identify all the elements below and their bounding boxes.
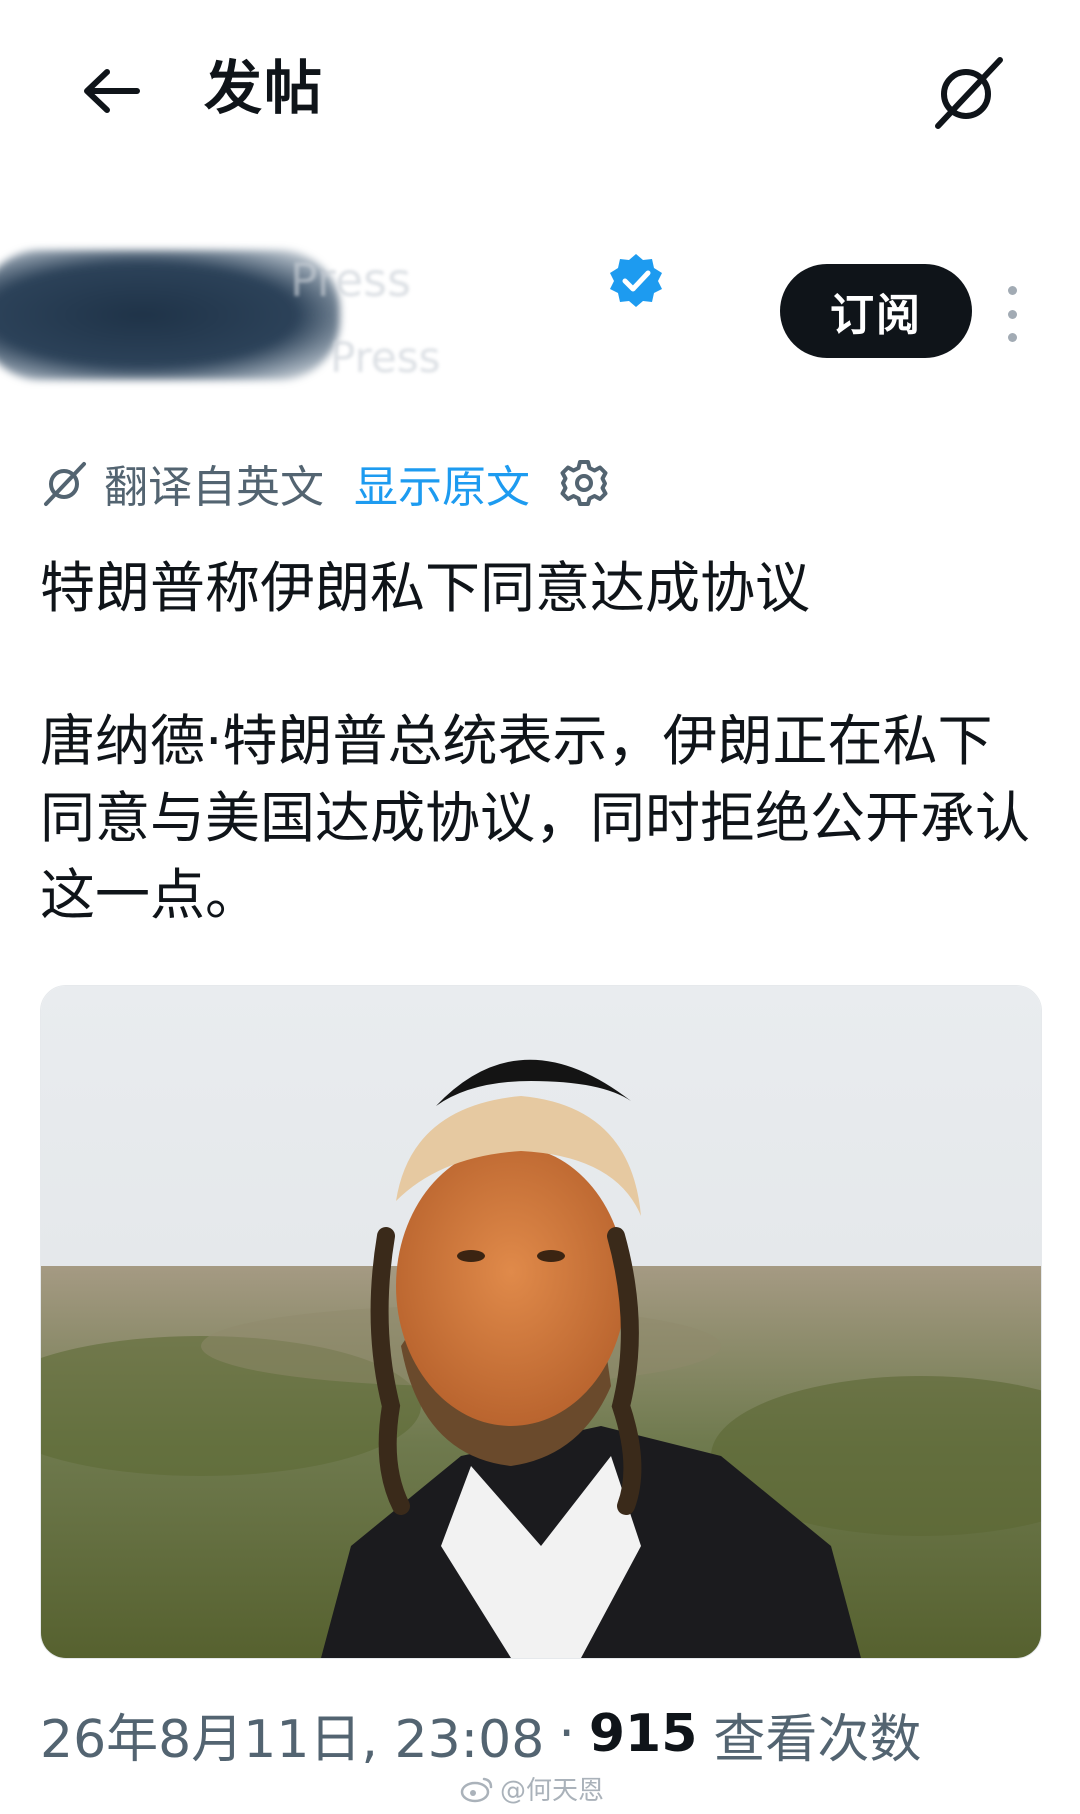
view-count: 915 [588, 1704, 698, 1764]
post-headline: 特朗普称伊朗私下同意达成协议 [40, 556, 811, 620]
watermark-text: @何天恩 [500, 1776, 605, 1806]
more-dot-icon [1007, 286, 1017, 295]
top-bar: 发帖 [0, 0, 1080, 170]
redacted-avatar[interactable] [0, 250, 340, 380]
back-button[interactable] [72, 52, 150, 130]
view-count-label: 查看次数 [713, 1709, 922, 1770]
watermark: @何天恩 [460, 1770, 604, 1807]
author-display-name[interactable]: Press [290, 250, 411, 310]
show-original-link[interactable]: 显示原文 [354, 451, 530, 515]
grok-icon [935, 57, 1003, 129]
gear-icon[interactable] [558, 457, 610, 509]
more-dot-icon [1007, 309, 1017, 319]
separator: · [558, 1704, 575, 1764]
translated-label: 翻译自英文 [104, 462, 324, 513]
grok-translate-icon [44, 462, 86, 506]
arrow-left-icon [84, 69, 140, 113]
post-meta: 26年8月11日, 23:08 · 915 查看次数 [40, 1694, 921, 1774]
post-body-text: 唐纳德·特朗普总统表示，伊朗正在私下同意与美国达成协议，同时拒绝公开承认这一点。 [40, 709, 1031, 927]
photo-illustration [41, 986, 1041, 1658]
more-dot-icon [1007, 333, 1017, 342]
subscribe-button[interactable]: 订阅 [780, 264, 972, 358]
post-photo[interactable] [40, 985, 1042, 1659]
more-options-button[interactable] [990, 286, 1034, 342]
post-timestamp[interactable]: 26年8月11日, 23:08 [40, 1697, 544, 1772]
page-title: 发帖 [204, 54, 325, 122]
weibo-logo-icon [460, 1777, 493, 1802]
translation-notice: 翻译自英文 显示原文 [40, 448, 610, 518]
author-row: Press Press 订阅 [0, 230, 1080, 400]
author-handle[interactable]: Press [330, 330, 441, 386]
grok-button[interactable] [920, 44, 1016, 140]
verified-badge-icon [610, 254, 662, 307]
